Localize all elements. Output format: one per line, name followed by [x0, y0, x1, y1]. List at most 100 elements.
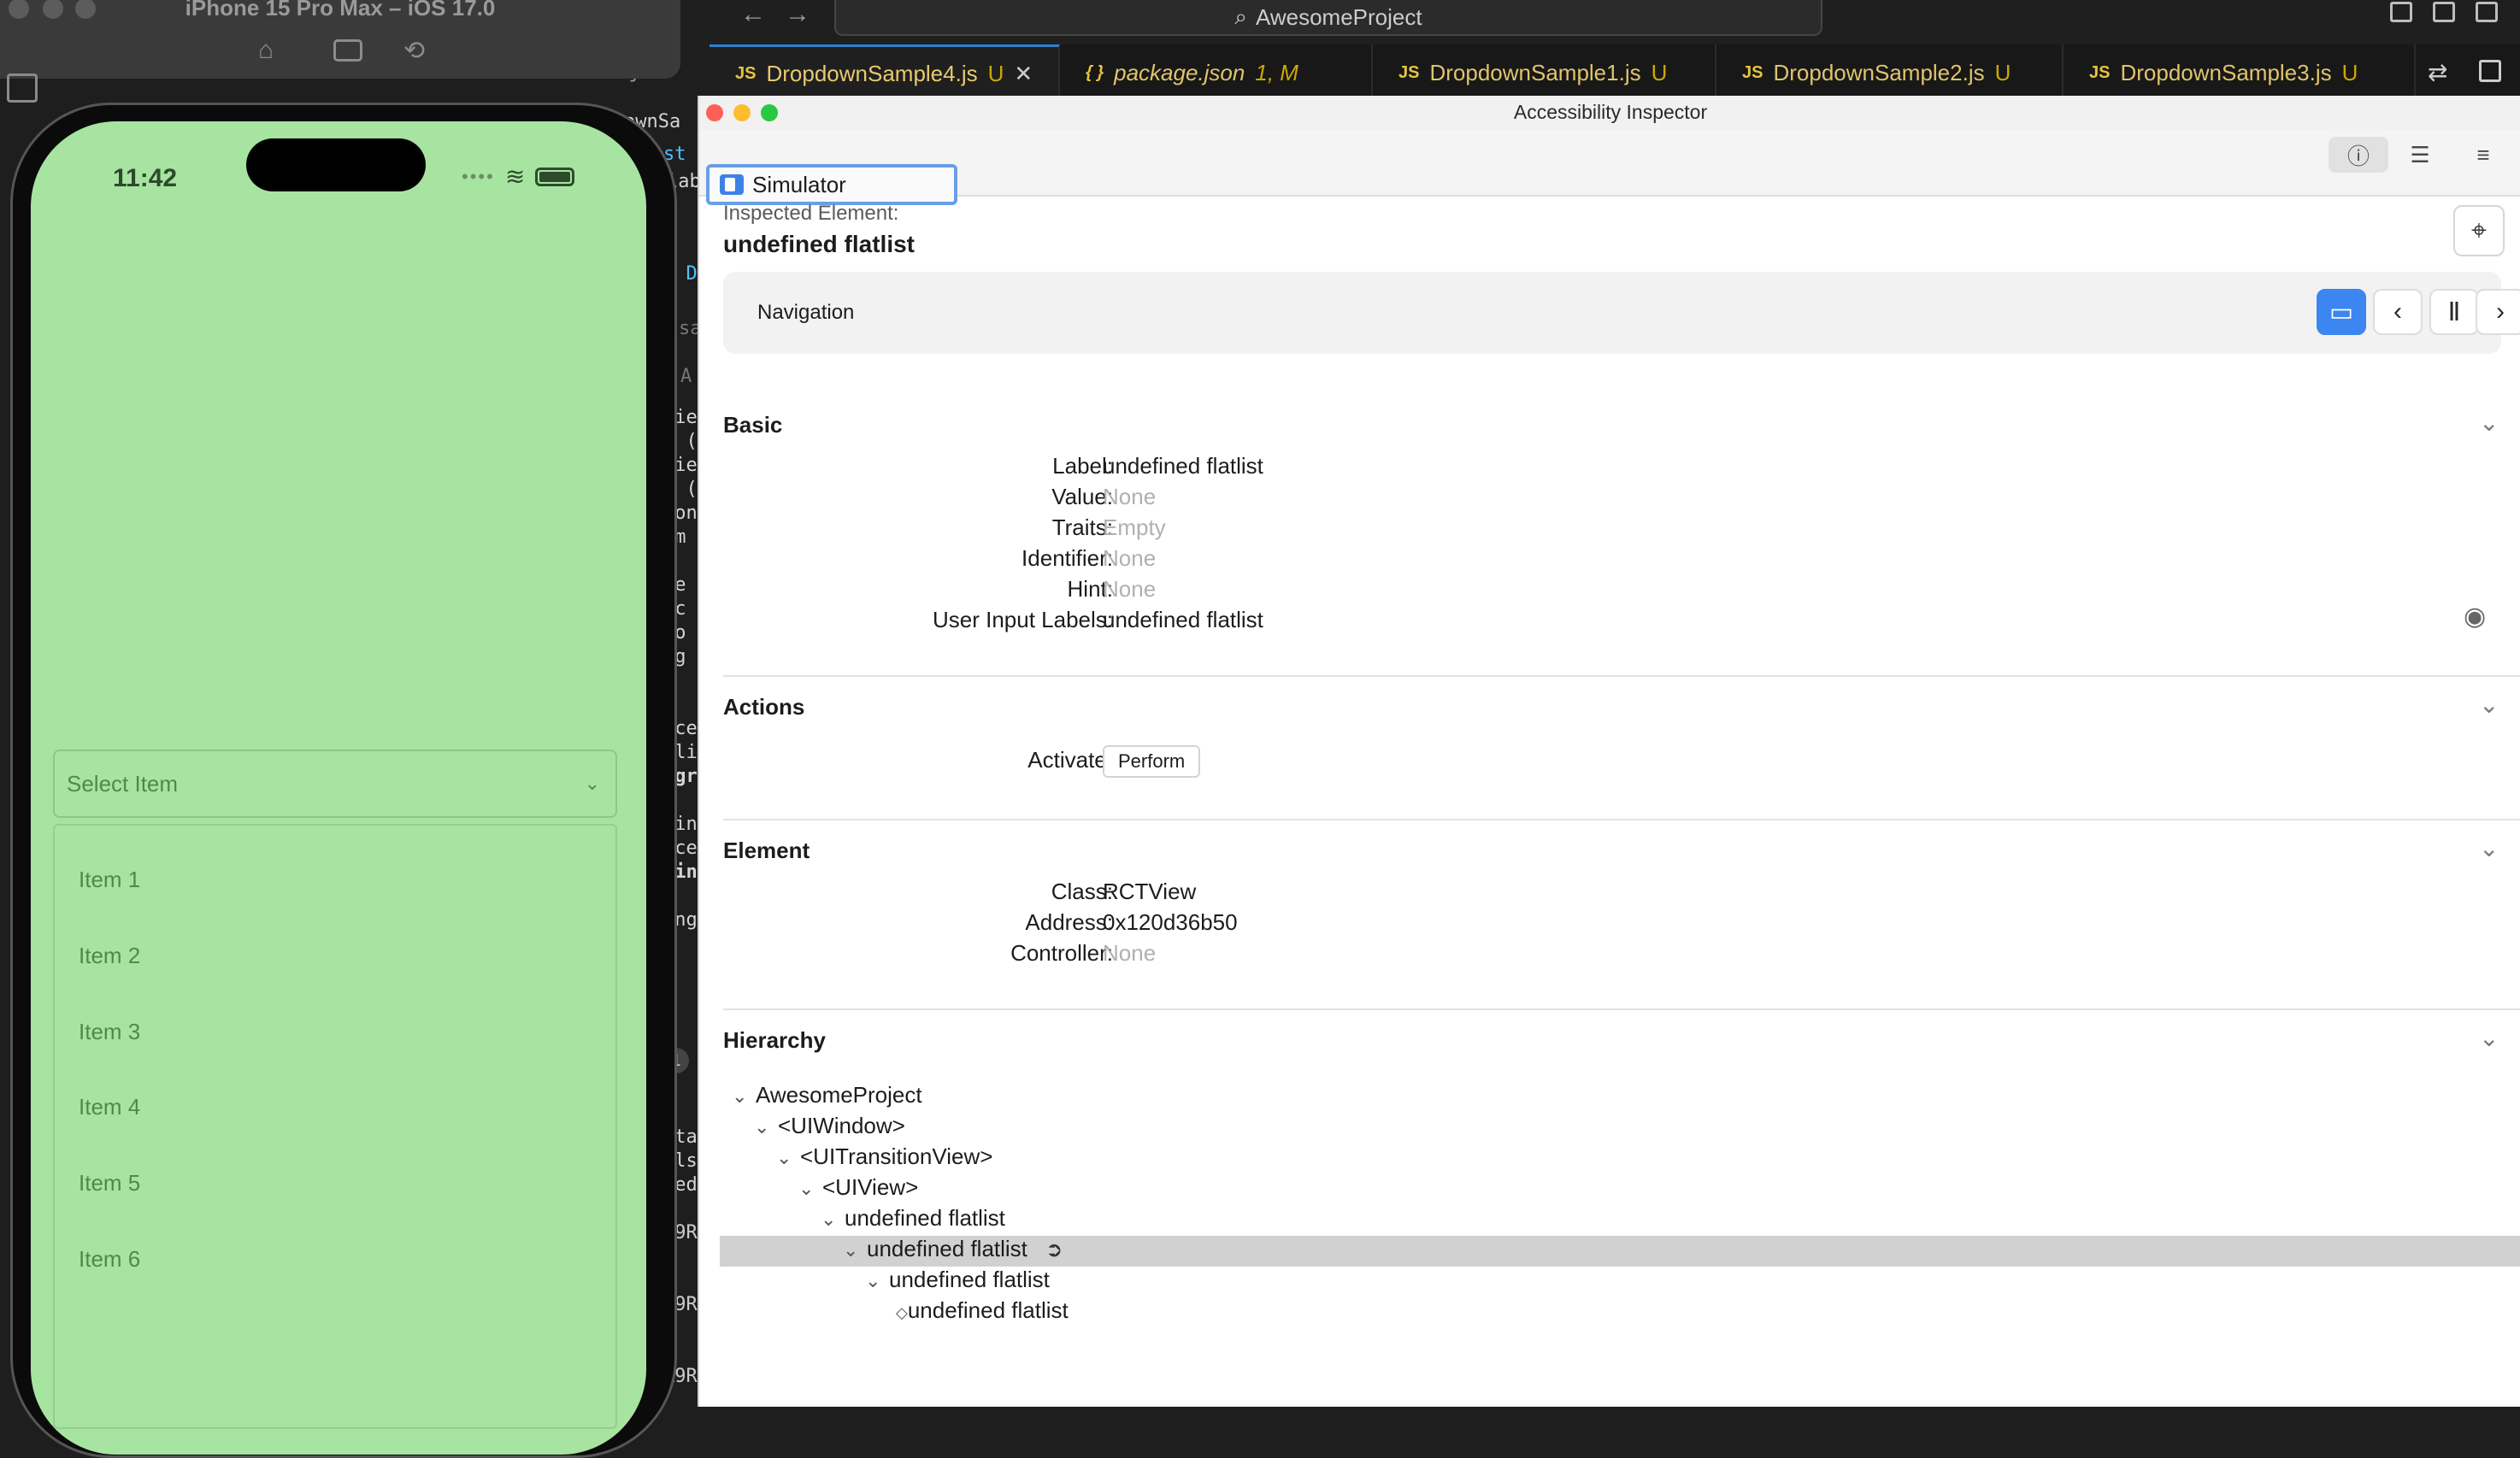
js-file-icon: JS	[1742, 62, 1763, 82]
close-icon[interactable]: ✕	[1014, 61, 1033, 87]
next-element-button[interactable]: ›	[2476, 289, 2520, 335]
tab-package-json[interactable]: { } package.json 1, M	[1060, 44, 1373, 101]
perform-button[interactable]: Perform	[1103, 745, 1201, 778]
tab-status: U	[1651, 59, 1668, 85]
tree-node[interactable]: ⌄ <UIWindow>	[754, 1113, 905, 1143]
command-center-search[interactable]: ⌕ AwesomeProject	[834, 0, 1822, 36]
chevron-down-icon[interactable]: ⌄	[2479, 1024, 2499, 1052]
audit-icon[interactable]: ☰	[2390, 137, 2450, 173]
disclosure-chevron-icon[interactable]: ⌄	[821, 1208, 845, 1231]
prop-label: Label:	[1052, 453, 1113, 479]
prop-value: undefined flatlist	[1103, 607, 1263, 632]
split-editor-icon[interactable]	[2479, 60, 2501, 82]
tree-node[interactable]: ◇undefined flatlist	[896, 1297, 1069, 1328]
prop-label: User Input Labels:	[932, 607, 1113, 632]
battery-icon	[535, 167, 575, 186]
tree-node[interactable]: ⌄ undefined flatlist	[821, 1205, 1005, 1236]
status-time: 11:42	[113, 164, 178, 192]
prop-label: Class:	[1051, 879, 1113, 904]
prop-value: None	[1103, 940, 1157, 966]
eye-icon[interactable]: ◉	[2464, 602, 2486, 632]
code-fragment: A	[680, 366, 692, 387]
tab-status: U	[1994, 59, 2011, 85]
settings-sliders-icon[interactable]: ≡	[2453, 137, 2513, 173]
list-item[interactable]: Item 1	[79, 867, 140, 893]
toggle-panel-icon[interactable]	[2433, 2, 2455, 22]
editor-tab-bar: JS DropdownSample4.js U ✕ { } package.js…	[709, 44, 2520, 103]
rotate-icon[interactable]: ⟲	[403, 36, 425, 66]
json-file-icon: { }	[1086, 62, 1104, 82]
compare-changes-icon[interactable]: ⇄	[2428, 58, 2447, 86]
list-item[interactable]: Item 4	[79, 1094, 140, 1120]
prop-label: Value:	[1051, 484, 1113, 509]
prop-label: Controller:	[1010, 940, 1113, 966]
tab-dropdownsample1[interactable]: JS DropdownSample1.js U	[1373, 44, 1716, 101]
disclosure-chevron-icon[interactable]: ⌄	[754, 1116, 778, 1138]
section-title-basic[interactable]: Basic	[723, 412, 782, 438]
chevron-down-icon[interactable]: ⌄	[2479, 691, 2499, 719]
js-file-icon: JS	[2089, 62, 2111, 82]
phone-screen: 11:42 •••• ≋ Select Item ⌄ Item 1 Item 2…	[31, 121, 646, 1455]
simulator-window-icon[interactable]	[7, 73, 38, 103]
list-item[interactable]: Item 2	[79, 943, 140, 969]
tab-label: DropdownSample1.js	[1429, 59, 1641, 85]
js-file-icon: JS	[735, 64, 757, 83]
prop-value: Empty	[1103, 514, 1166, 540]
tree-node[interactable]: ⌄ undefined flatlist	[865, 1267, 1050, 1297]
prop-label: Traits:	[1051, 514, 1113, 540]
speech-bubble-icon[interactable]: ▭	[2317, 289, 2366, 335]
dropdown-list: Item 1 Item 2 Item 3 Item 4 Item 5 Item …	[53, 824, 617, 1429]
dropdown-select[interactable]: Select Item ⌄	[53, 750, 617, 818]
reveal-arrow-icon[interactable]: ➲	[1045, 1238, 1063, 1261]
list-item[interactable]: Item 6	[79, 1246, 140, 1273]
leaf-diamond-icon: ◇	[896, 1304, 908, 1321]
section-title-actions[interactable]: Actions	[723, 694, 804, 720]
prop-value: None	[1103, 545, 1157, 571]
disclosure-chevron-icon[interactable]: ⌄	[798, 1178, 822, 1200]
target-picker[interactable]: Simulator	[706, 164, 957, 205]
disclosure-chevron-icon[interactable]: ⌄	[865, 1270, 889, 1292]
js-file-icon: JS	[1398, 62, 1420, 82]
tab-status: U	[2341, 59, 2358, 85]
inspector-toolbar: Simulator ⓘ ☰ ≡	[699, 130, 2520, 205]
simulator-app-icon	[720, 174, 744, 195]
tree-node-selected[interactable]: ⌄ undefined flatlist ➲	[843, 1236, 1063, 1267]
list-item[interactable]: Item 5	[79, 1170, 140, 1196]
prop-value: RCTView	[1103, 879, 1197, 904]
prop-label: Activate:	[1027, 747, 1113, 773]
tree-node[interactable]: ⌄ <UITransitionView>	[776, 1143, 992, 1174]
toggle-sidebar-icon[interactable]	[2390, 2, 2412, 22]
tab-dropdownsample3[interactable]: JS DropdownSample3.js U	[2064, 44, 2416, 101]
section-title-hierarchy[interactable]: Hierarchy	[723, 1027, 826, 1054]
chevron-down-icon[interactable]: ⌄	[2479, 834, 2499, 862]
info-icon[interactable]: ⓘ	[2329, 137, 2388, 173]
tab-label: package.json	[1114, 59, 1245, 85]
simulator-title: iPhone 15 Pro Max – iOS 17.0	[185, 0, 496, 21]
screenshot-icon[interactable]	[333, 39, 362, 62]
tree-node[interactable]: ⌄ <UIView>	[798, 1174, 918, 1205]
disclosure-chevron-icon[interactable]: ⌄	[843, 1239, 867, 1261]
chevron-down-icon[interactable]: ⌄	[2479, 409, 2499, 437]
forward-arrow-icon[interactable]: →	[785, 0, 810, 29]
pause-button[interactable]: Ⅱ	[2429, 289, 2479, 335]
command-center-label: AwesomeProject	[1255, 3, 1422, 30]
tab-dropdownsample2[interactable]: JS DropdownSample2.js U	[1716, 44, 2064, 101]
disclosure-chevron-icon[interactable]: ⌄	[776, 1147, 800, 1169]
wifi-icon: ≋	[504, 163, 526, 190]
toggle-secondary-sidebar-icon[interactable]	[2476, 2, 2498, 22]
chevron-down-icon: ⌄	[584, 773, 600, 794]
navigation-label: Navigation	[757, 301, 855, 324]
disclosure-chevron-icon[interactable]: ⌄	[732, 1085, 756, 1108]
previous-element-button[interactable]: ‹	[2373, 289, 2423, 335]
tree-node[interactable]: ⌄ AwesomeProject	[732, 1082, 922, 1113]
simulator-title-bar: iPhone 15 Pro Max – iOS 17.0 ⌂ ⟲	[0, 0, 680, 79]
tab-dropdownsample4[interactable]: JS DropdownSample4.js U ✕	[709, 44, 1060, 101]
prop-value: undefined flatlist	[1103, 453, 1263, 479]
crosshair-icon[interactable]: ⌖	[2453, 205, 2505, 256]
home-icon[interactable]: ⌂	[258, 36, 274, 65]
navigation-panel: Navigation ▭ ‹ Ⅱ ›	[723, 272, 2520, 354]
section-divider	[723, 1008, 2520, 1010]
section-title-element[interactable]: Element	[723, 838, 810, 864]
back-arrow-icon[interactable]: ←	[740, 0, 766, 29]
list-item[interactable]: Item 3	[79, 1019, 140, 1045]
